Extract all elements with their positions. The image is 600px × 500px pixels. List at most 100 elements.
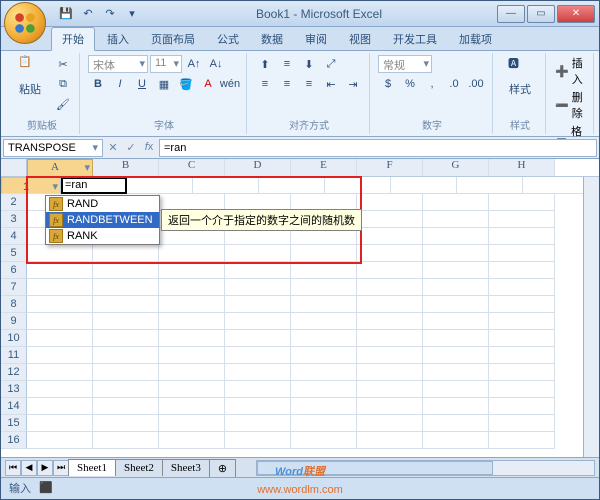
cell[interactable] bbox=[391, 177, 457, 194]
cell[interactable] bbox=[93, 381, 159, 398]
cell[interactable] bbox=[423, 330, 489, 347]
cell[interactable] bbox=[159, 347, 225, 364]
cell[interactable] bbox=[159, 279, 225, 296]
cell[interactable] bbox=[93, 262, 159, 279]
row-header[interactable]: 14 bbox=[1, 398, 27, 415]
shrink-font-icon[interactable]: A↓ bbox=[206, 55, 226, 73]
row-header[interactable]: 12 bbox=[1, 364, 27, 381]
cell[interactable] bbox=[225, 330, 291, 347]
cell[interactable] bbox=[489, 381, 555, 398]
tab-insert[interactable]: 插入 bbox=[97, 28, 139, 50]
tab-review[interactable]: 审阅 bbox=[295, 28, 337, 50]
orientation-icon[interactable]: ⤢ bbox=[321, 55, 341, 73]
cell[interactable] bbox=[423, 296, 489, 313]
align-top-icon[interactable]: ⬆ bbox=[255, 55, 275, 73]
cell[interactable] bbox=[357, 245, 423, 262]
delete-cells-icon[interactable]: ➖ bbox=[554, 96, 570, 114]
ac-item-rand[interactable]: fxRAND bbox=[46, 196, 159, 212]
indent-dec-icon[interactable]: ⇤ bbox=[321, 75, 341, 93]
col-header-g[interactable]: G bbox=[423, 159, 489, 176]
row-header[interactable]: 11 bbox=[1, 347, 27, 364]
insert-cells-icon[interactable]: ➕ bbox=[554, 62, 570, 80]
cell[interactable] bbox=[93, 347, 159, 364]
sheet-tab-3[interactable]: Sheet3 bbox=[162, 459, 210, 476]
cell[interactable] bbox=[93, 296, 159, 313]
align-bottom-icon[interactable]: ⬇ bbox=[299, 55, 319, 73]
cell[interactable] bbox=[93, 330, 159, 347]
cell[interactable] bbox=[159, 262, 225, 279]
cell[interactable] bbox=[291, 415, 357, 432]
col-header-f[interactable]: F bbox=[357, 159, 423, 176]
macro-record-icon[interactable]: ⬛ bbox=[39, 481, 53, 494]
font-size-select[interactable]: 11 bbox=[150, 55, 182, 73]
cell[interactable] bbox=[357, 211, 423, 228]
cell[interactable] bbox=[357, 194, 423, 211]
sheet-tab-2[interactable]: Sheet2 bbox=[115, 459, 163, 476]
indent-inc-icon[interactable]: ⇥ bbox=[343, 75, 363, 93]
cell[interactable] bbox=[27, 330, 93, 347]
cell[interactable] bbox=[457, 177, 523, 194]
comma-icon[interactable]: , bbox=[422, 75, 442, 93]
col-header-h[interactable]: H bbox=[489, 159, 555, 176]
name-box[interactable]: TRANSPOSE▾ bbox=[3, 139, 103, 157]
currency-icon[interactable]: $ bbox=[378, 75, 398, 93]
cell[interactable] bbox=[423, 381, 489, 398]
cell[interactable] bbox=[225, 313, 291, 330]
cell[interactable] bbox=[225, 398, 291, 415]
cell[interactable] bbox=[291, 432, 357, 449]
office-button[interactable] bbox=[4, 2, 46, 44]
tab-home[interactable]: 开始 bbox=[51, 27, 95, 51]
tab-data[interactable]: 数据 bbox=[251, 28, 293, 50]
format-painter-icon[interactable]: 🖌 bbox=[53, 95, 73, 113]
paste-button[interactable]: 📋 粘贴 bbox=[11, 55, 49, 97]
cell[interactable] bbox=[27, 245, 93, 262]
cell[interactable] bbox=[357, 398, 423, 415]
cell[interactable] bbox=[93, 415, 159, 432]
cell[interactable] bbox=[159, 415, 225, 432]
cell[interactable] bbox=[357, 262, 423, 279]
cell[interactable] bbox=[159, 313, 225, 330]
accept-formula-icon[interactable]: ✓ bbox=[123, 141, 139, 154]
cell[interactable] bbox=[159, 432, 225, 449]
tab-layout[interactable]: 页面布局 bbox=[141, 28, 205, 50]
horizontal-scrollbar[interactable] bbox=[256, 460, 595, 476]
row-header[interactable]: 15 bbox=[1, 415, 27, 432]
ac-item-rank[interactable]: fxRANK bbox=[46, 228, 159, 244]
col-header-c[interactable]: C bbox=[159, 159, 225, 176]
cell[interactable] bbox=[357, 347, 423, 364]
row-header[interactable]: 3 bbox=[1, 211, 27, 228]
sheet-nav-first[interactable]: ⏮ bbox=[5, 460, 21, 476]
cell[interactable] bbox=[489, 398, 555, 415]
cell[interactable] bbox=[423, 432, 489, 449]
col-header-b[interactable]: B bbox=[93, 159, 159, 176]
cell[interactable] bbox=[357, 364, 423, 381]
cell[interactable] bbox=[27, 296, 93, 313]
formula-bar[interactable]: =ran bbox=[159, 139, 597, 157]
phonetic-icon[interactable]: wén bbox=[220, 75, 240, 93]
col-header-e[interactable]: E bbox=[291, 159, 357, 176]
cell[interactable] bbox=[27, 432, 93, 449]
cell[interactable] bbox=[291, 313, 357, 330]
cell[interactable] bbox=[423, 347, 489, 364]
cell[interactable] bbox=[423, 313, 489, 330]
cell[interactable] bbox=[193, 177, 259, 194]
cell[interactable] bbox=[423, 228, 489, 245]
row-header[interactable]: 7 bbox=[1, 279, 27, 296]
grow-font-icon[interactable]: A↑ bbox=[184, 55, 204, 73]
cell[interactable] bbox=[159, 296, 225, 313]
row-header[interactable]: 1 bbox=[1, 177, 61, 194]
align-middle-icon[interactable]: ≡ bbox=[277, 55, 297, 73]
cell[interactable] bbox=[357, 228, 423, 245]
styles-button[interactable]: 🅰 样式 bbox=[501, 55, 539, 97]
cell[interactable] bbox=[489, 432, 555, 449]
row-header[interactable]: 4 bbox=[1, 228, 27, 245]
align-center-icon[interactable]: ≡ bbox=[277, 75, 297, 93]
sheet-tab-1[interactable]: Sheet1 bbox=[68, 459, 116, 476]
row-header[interactable]: 9 bbox=[1, 313, 27, 330]
vertical-scrollbar[interactable] bbox=[583, 177, 599, 457]
copy-icon[interactable]: ⧉ bbox=[53, 75, 73, 93]
cell[interactable] bbox=[291, 296, 357, 313]
cell[interactable] bbox=[291, 330, 357, 347]
cell[interactable] bbox=[93, 279, 159, 296]
qat-more-icon[interactable]: ▾ bbox=[123, 5, 141, 23]
